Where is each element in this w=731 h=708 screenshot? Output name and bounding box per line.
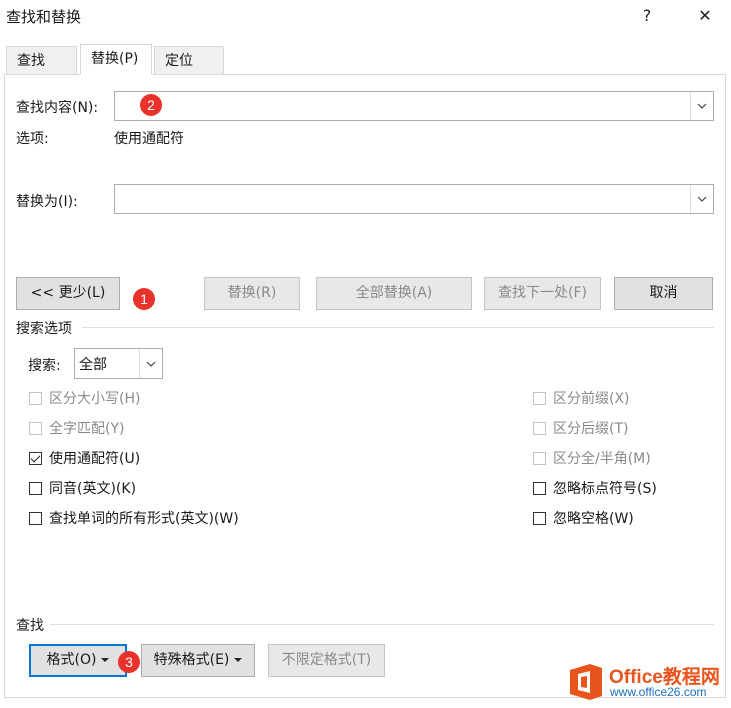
cancel-button[interactable]: 取消 — [614, 277, 713, 310]
less-button[interactable]: << 更少(L) — [16, 277, 120, 310]
annotation-badge-3: 3 — [118, 651, 140, 673]
search-direction-dropdown[interactable] — [139, 349, 162, 378]
replace-input[interactable] — [114, 184, 714, 214]
replace-dropdown-button[interactable] — [690, 185, 713, 213]
search-direction-value: 全部 — [79, 357, 107, 373]
chevron-down-icon — [146, 361, 156, 367]
checkbox-box — [29, 421, 42, 435]
office-logo-icon — [566, 662, 606, 702]
replace-label: 替换为(I): — [16, 194, 78, 210]
watermark-url: www.office26.com — [610, 685, 707, 699]
sounds-like-label: 同音(英文)(K) — [49, 481, 137, 497]
caret-down-icon — [234, 658, 243, 662]
wildcards-checkbox[interactable]: 使用通配符(U) — [29, 448, 140, 468]
checkbox-box — [533, 511, 546, 525]
annotation-badge-2: 2 — [140, 94, 162, 116]
ignore-punctuation-checkbox[interactable]: 忽略标点符号(S) — [533, 478, 657, 498]
find-next-button[interactable]: 查找下一处(F) — [484, 277, 601, 310]
options-value: 使用通配符 — [114, 131, 184, 147]
special-button[interactable]: 特殊格式(E) — [141, 644, 255, 677]
tab-goto[interactable]: 定位(G) — [154, 46, 224, 97]
no-formatting-button[interactable]: 不限定格式(T) — [268, 644, 385, 677]
search-direction-label: 搜索: — [28, 358, 61, 374]
special-button-label: 特殊格式(E) — [153, 652, 230, 668]
checkbox-box — [533, 391, 546, 405]
options-label: 选项: — [16, 131, 49, 147]
format-button[interactable]: 格式(O) — [29, 644, 127, 677]
caret-down-icon — [101, 658, 110, 662]
all-word-forms-checkbox[interactable]: 查找单词的所有形式(英文)(W) — [29, 508, 239, 528]
chevron-down-icon — [697, 103, 707, 109]
replace-button[interactable]: 替换(R) — [204, 277, 300, 310]
help-button[interactable]: ? — [632, 4, 662, 28]
checkbox-box — [533, 481, 546, 495]
ignore-whitespace-checkbox[interactable]: 忽略空格(W) — [533, 508, 634, 528]
search-options-title: 搜索选项 — [16, 321, 72, 337]
section-divider — [50, 624, 714, 625]
match-case-label: 区分大小写(H) — [49, 391, 141, 407]
replace-all-button[interactable]: 全部替换(A) — [316, 277, 472, 310]
close-button[interactable]: ✕ — [690, 4, 720, 28]
window-title: 查找和替换 — [6, 8, 82, 26]
checkbox-box — [29, 481, 42, 495]
find-section-title: 查找 — [16, 618, 44, 634]
match-prefix-checkbox[interactable]: 区分前缀(X) — [533, 388, 630, 408]
match-width-label: 区分全/半角(M) — [553, 451, 651, 467]
wildcards-label: 使用通配符(U) — [49, 451, 141, 467]
checkbox-box — [533, 421, 546, 435]
match-suffix-label: 区分后缀(T) — [553, 421, 629, 437]
checkmark-icon — [29, 451, 42, 465]
match-width-checkbox[interactable]: 区分全/半角(M) — [533, 448, 651, 468]
find-input[interactable] — [114, 91, 714, 121]
checkbox-box — [29, 511, 42, 525]
all-word-forms-label: 查找单词的所有形式(英文)(W) — [49, 511, 239, 527]
match-suffix-checkbox[interactable]: 区分后缀(T) — [533, 418, 628, 438]
chevron-down-icon — [697, 196, 707, 202]
search-direction-select[interactable]: 全部 — [74, 348, 163, 379]
whole-word-label: 全字匹配(Y) — [49, 421, 125, 437]
sounds-like-checkbox[interactable]: 同音(英文)(K) — [29, 478, 136, 498]
checkbox-box — [29, 391, 42, 405]
whole-word-checkbox[interactable]: 全字匹配(Y) — [29, 418, 124, 438]
match-case-checkbox[interactable]: 区分大小写(H) — [29, 388, 140, 408]
ignore-punctuation-label: 忽略标点符号(S) — [553, 481, 657, 497]
checkbox-box — [533, 451, 546, 465]
tab-replace[interactable]: 替换(P) — [80, 44, 152, 75]
replace-panel — [4, 75, 726, 698]
format-button-label: 格式(O) — [46, 652, 97, 668]
match-prefix-label: 区分前缀(X) — [553, 391, 630, 407]
find-dropdown-button[interactable] — [690, 92, 713, 120]
section-divider — [82, 327, 714, 328]
find-label: 查找内容(N): — [16, 100, 99, 116]
ignore-whitespace-label: 忽略空格(W) — [553, 511, 634, 527]
annotation-badge-1: 1 — [133, 288, 155, 310]
tab-find[interactable]: 查找(D) — [6, 46, 77, 97]
